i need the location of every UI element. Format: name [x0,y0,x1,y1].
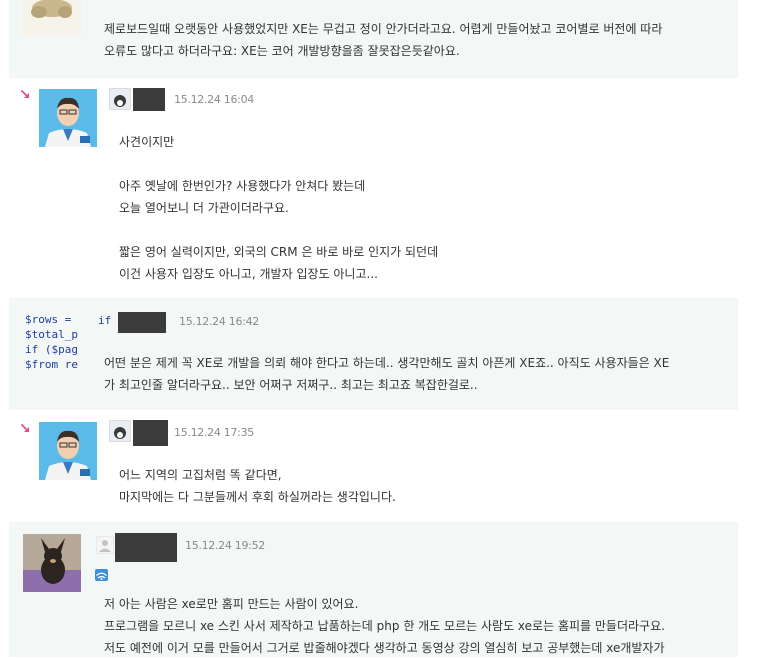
wifi-icon [95,569,108,581]
member-icon [109,420,131,442]
comment-date: 15.12.24 17:35 [174,426,254,439]
comment-text: 제로보드일때 오랫동안 사용했었지만 XE는 무겁고 정이 안가더라고요. 어렵… [104,22,663,58]
comment-item: 제로보드일때 오랫동안 사용했었지만 XE는 무겁고 정이 안가더라고요. 어렵… [9,0,738,78]
comment-text: 어떤 분은 제게 꼭 XE로 개발을 의뢰 해야 한다고 하는데.. 생각만해도… [104,356,670,392]
comment-date: 15.12.24 16:04 [174,93,254,106]
comment-reply: ↘ 15.12.24 17:35 어느 지역의 고집처럼 똑 같다면, 마지막에… [9,410,738,522]
code-snippet-avatar[interactable]: $rows = $total_p if ($pag $from re [25,312,78,372]
comment-date: 15.12.24 19:52 [185,539,265,552]
avatar[interactable] [39,422,97,480]
comment-text: 저 아는 사람은 xe로만 홈피 만드는 사람이 있어요. 프로그램을 모르니 … [104,597,665,655]
comment-item: $rows = $total_p if ($pag $from re if 15.12… [9,298,738,410]
comment-text: 사견이지만 아주 옛날에 한번인가? 사용했다가 안쳐다 봤는데 오늘 열어보니… [119,135,439,281]
avatar[interactable] [39,89,97,147]
author-name-redacted[interactable] [133,420,168,446]
comment-reply: ↘ 15.12.24 16:04 사견이지만 아주 옛날에 한번인가? 사용했다… [9,78,738,298]
code-prefix: if [98,314,112,327]
reply-arrow-icon: ↘ [19,87,31,103]
author-name-redacted[interactable] [133,88,165,111]
avatar[interactable] [23,534,81,592]
person-icon [95,535,115,555]
author-name-redacted[interactable] [115,533,177,562]
member-icon [109,88,131,110]
comment-meta: 15.12.24 16:04 [109,88,349,112]
reply-arrow-icon: ↘ [19,421,31,437]
comment-item: 15.12.24 19:52 저 아는 사람은 xe로만 홈피 만드는 사람이 … [9,522,738,657]
comment-date: 15.12.24 16:42 [179,315,259,328]
author-name-redacted[interactable] [118,312,166,333]
comment-meta: 15.12.24 17:35 [109,420,349,446]
avatar[interactable] [23,0,81,36]
comment-text: 어느 지역의 고집처럼 똑 같다면, 마지막에는 다 그분들께서 후회 하실꺼라… [119,468,396,504]
